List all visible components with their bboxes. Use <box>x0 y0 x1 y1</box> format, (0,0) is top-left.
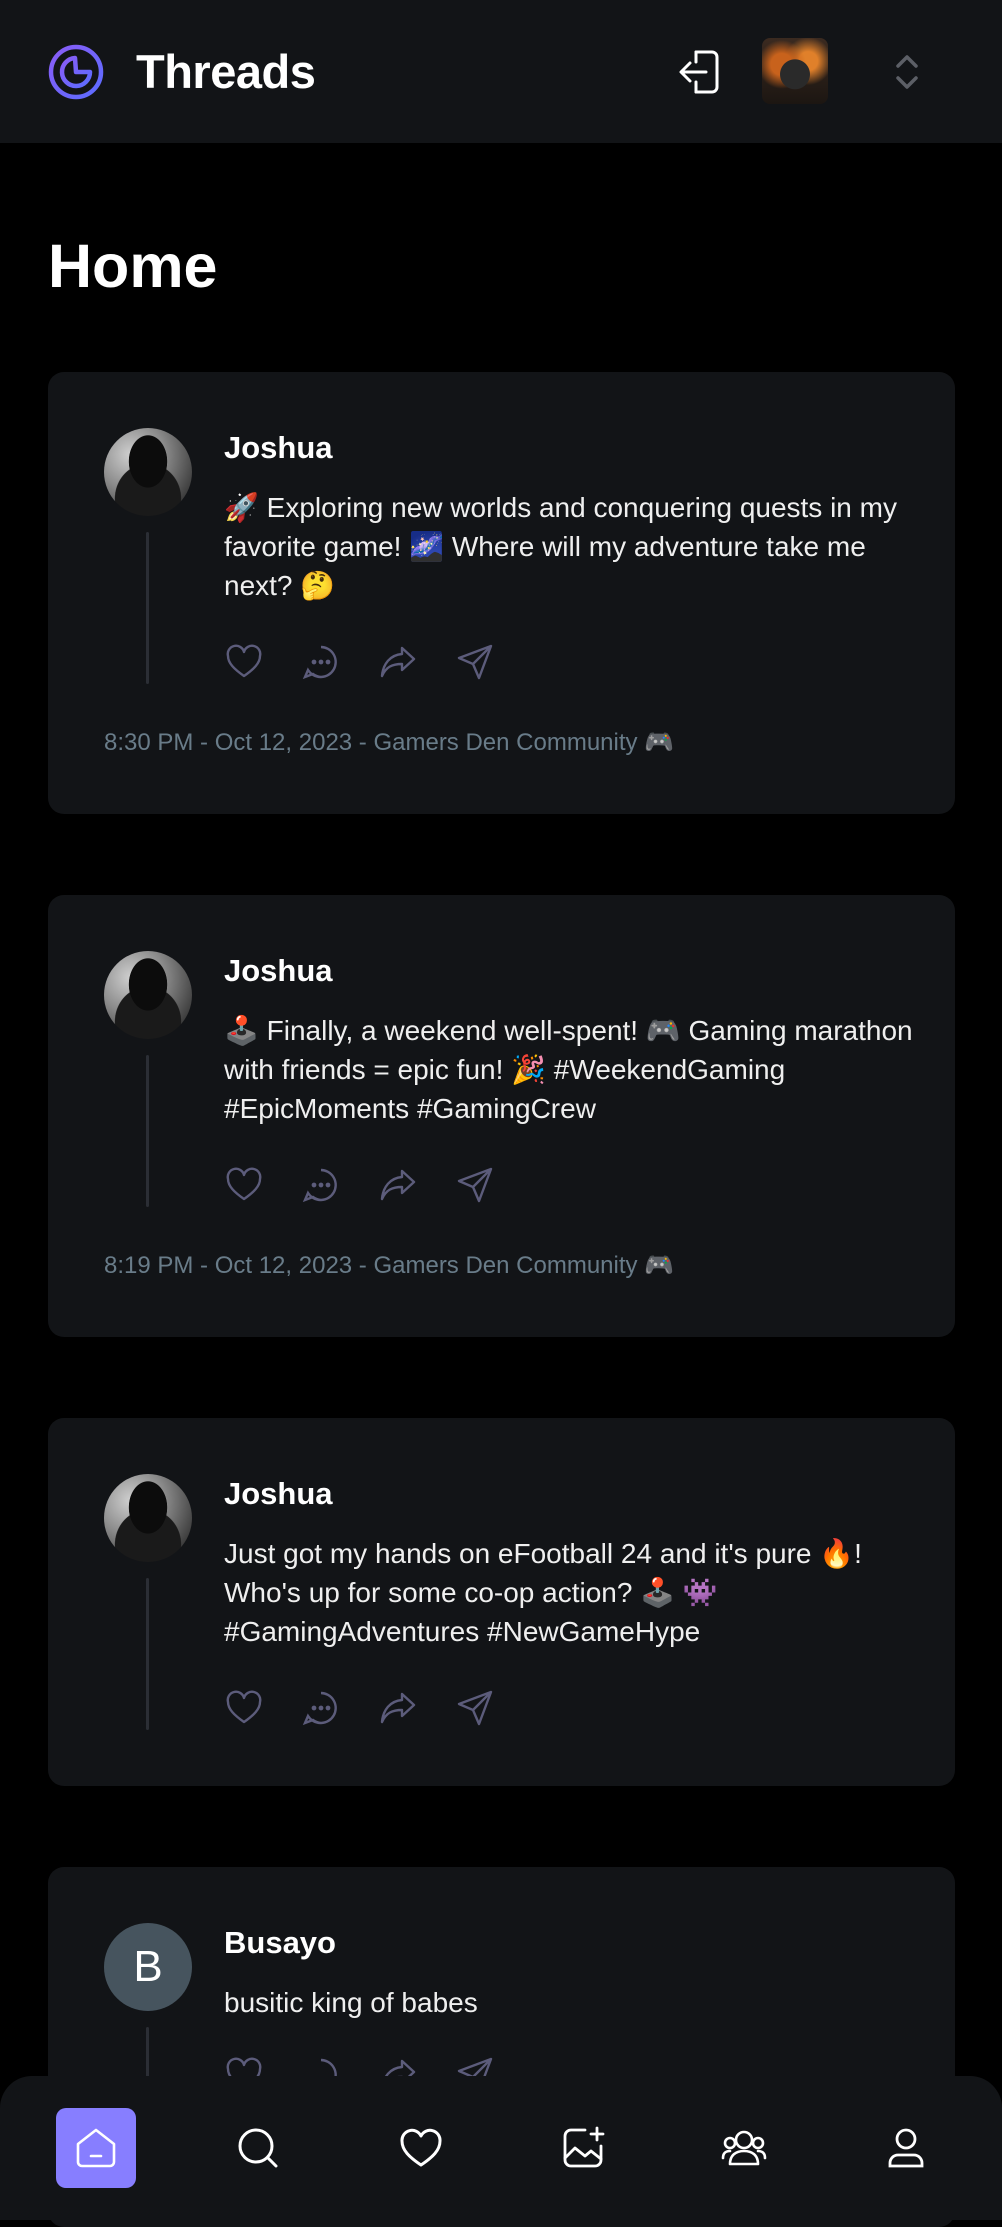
repost-icon[interactable] <box>378 1688 418 1728</box>
thread-author[interactable]: Joshua <box>224 1474 333 1514</box>
avatar[interactable] <box>104 1474 192 1562</box>
thread-actions <box>224 1165 495 1205</box>
thread-card[interactable]: Joshua Just got my hands on eFootball 24… <box>48 1418 955 1786</box>
heart-icon[interactable] <box>224 1688 264 1728</box>
thread-meta: 8:30 PM - Oct 12, 2023 - Gamers Den Comm… <box>104 729 675 756</box>
logout-icon[interactable] <box>676 48 720 96</box>
thread-actions <box>224 1688 495 1728</box>
thread-line <box>146 532 149 684</box>
heart-icon[interactable] <box>224 642 264 682</box>
home-icon <box>76 2128 116 2168</box>
nav-communities[interactable] <box>704 2108 784 2188</box>
nav-home[interactable] <box>56 2108 136 2188</box>
thread-content: Just got my hands on eFootball 24 and it… <box>224 1538 870 1647</box>
reply-icon[interactable] <box>301 642 341 682</box>
share-icon[interactable] <box>455 1688 495 1728</box>
thread-author[interactable]: Busayo <box>224 1923 336 1963</box>
repost-icon[interactable] <box>378 1165 418 1205</box>
profile-icon <box>888 2128 924 2168</box>
nav-create-thread[interactable] <box>543 2108 623 2188</box>
thread-card[interactable]: Joshua 🕹️ Finally, a weekend well-spent!… <box>48 895 955 1337</box>
thread-author[interactable]: Joshua <box>224 428 333 468</box>
create-thread-icon <box>563 2126 605 2168</box>
avatar[interactable] <box>104 428 192 516</box>
thread-content: 🕹️ Finally, a weekend well-spent! 🎮 Gami… <box>224 1015 921 1124</box>
search-icon <box>238 2128 278 2168</box>
threads-logo-icon[interactable] <box>46 42 106 102</box>
share-icon[interactable] <box>455 1165 495 1205</box>
nav-profile[interactable] <box>866 2108 946 2188</box>
thread-meta: 8:19 PM - Oct 12, 2023 - Gamers Den Comm… <box>104 1252 675 1279</box>
reply-icon[interactable] <box>301 1165 341 1205</box>
chevron-up-down-icon[interactable] <box>890 52 924 92</box>
thread-author[interactable]: Joshua <box>224 951 333 991</box>
organization-avatar[interactable] <box>762 38 828 104</box>
thread-card[interactable]: Joshua 🚀 Exploring new worlds and conque… <box>48 372 955 814</box>
thread-line <box>146 1055 149 1207</box>
page-title: Home <box>48 232 218 300</box>
reply-icon[interactable] <box>301 1688 341 1728</box>
avatar[interactable] <box>104 951 192 1039</box>
thread-actions <box>224 642 495 682</box>
communities-icon <box>721 2130 767 2166</box>
nav-search[interactable] <box>218 2108 298 2188</box>
thread-content: 🚀 Exploring new worlds and conquering qu… <box>224 492 905 601</box>
thread-line <box>146 1578 149 1730</box>
repost-icon[interactable] <box>378 642 418 682</box>
app-title: Threads <box>136 45 316 98</box>
heart-icon <box>400 2128 442 2167</box>
heart-icon[interactable] <box>224 1165 264 1205</box>
share-icon[interactable] <box>455 642 495 682</box>
top-bar: Threads <box>0 0 1002 143</box>
bottom-nav <box>0 2076 1002 2220</box>
nav-activity[interactable] <box>381 2108 461 2188</box>
thread-content: busitic king of babes <box>224 1987 478 2018</box>
avatar[interactable]: B <box>104 1923 192 2011</box>
